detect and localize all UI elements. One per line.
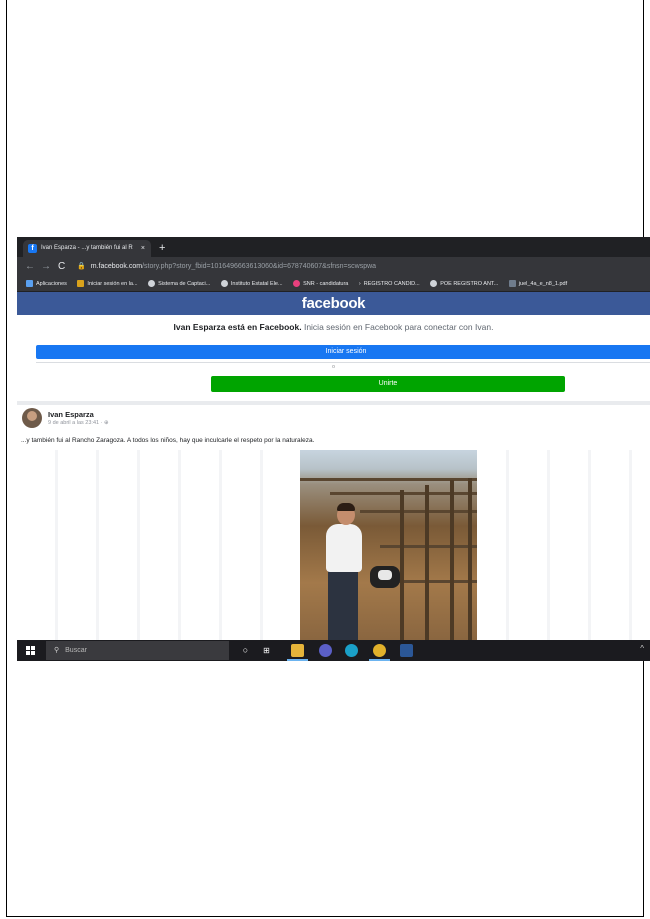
- apps-grid-icon: [26, 280, 33, 288]
- active-app-indicator: [369, 659, 390, 661]
- bookmark-label: POE REGISTRO ANT...: [440, 281, 499, 287]
- pink-dot-icon: [293, 280, 301, 288]
- task-view-icon[interactable]: ⊞: [260, 644, 273, 657]
- facebook-logo[interactable]: facebook: [17, 292, 650, 315]
- join-button[interactable]: Unirte: [211, 376, 565, 392]
- login-button[interactable]: Iniciar sesión: [36, 345, 650, 359]
- teams-icon[interactable]: [319, 644, 332, 657]
- bookmark-label: Sistema de Captaci...: [158, 281, 211, 287]
- active-app-indicator: [287, 659, 308, 661]
- taskbar-search[interactable]: ⚲ Buscar: [46, 641, 229, 660]
- post-timestamp[interactable]: 9 de abril a las 23:41 · ⊕: [48, 420, 109, 426]
- bookmark-label: SNR - candidatura: [303, 281, 349, 287]
- address-bar[interactable]: 🔒 m.facebook.com/story.php?story_fbid=101…: [77, 260, 642, 274]
- tab-title: Ivan Esparza - ...y también fui al R: [41, 245, 133, 251]
- close-tab-icon[interactable]: ×: [141, 240, 145, 257]
- file-explorer-icon[interactable]: [291, 644, 304, 657]
- post-caption: ...y también fui al Rancho Zaragoza. A t…: [21, 437, 315, 444]
- bookmark-item[interactable]: Iniciar sesión en la...: [77, 277, 138, 291]
- post-author[interactable]: Ivan Esparza: [48, 410, 94, 419]
- search-icon: ⚲: [54, 647, 60, 654]
- post-photo[interactable]: [300, 450, 477, 640]
- square-logo-icon: [77, 280, 85, 288]
- bookmark-item[interactable]: juel_4a_e_n8_1.pdf: [508, 277, 568, 291]
- globe-icon: [220, 280, 228, 288]
- windows-taskbar: ⚲ Buscar ○ ⊞ ^: [17, 640, 650, 661]
- facebook-favicon-icon: f: [28, 244, 37, 253]
- cortana-icon[interactable]: ○: [239, 644, 252, 657]
- divider: [36, 362, 650, 363]
- bookmark-item[interactable]: POE REGISTRO ANT...: [430, 277, 498, 291]
- back-arrow-icon[interactable]: ←: [25, 257, 35, 277]
- bookmark-item[interactable]: Instituto Estatal Ele...: [220, 277, 283, 291]
- login-promo-text: Ivan Esparza está en Facebook. Inicia se…: [17, 322, 650, 332]
- promo-rest: Inicia sesión en Facebook para conectar …: [303, 322, 494, 332]
- bookmark-label: REGISTRO CANDID...: [363, 281, 420, 287]
- avatar[interactable]: [22, 408, 42, 428]
- globe-icon: [430, 280, 438, 288]
- bookmarks-bar: Aplicaciones Iniciar sesión en la... Sis…: [17, 277, 650, 292]
- bookmark-label: juel_4a_e_n8_1.pdf: [518, 281, 568, 287]
- word-icon[interactable]: [400, 644, 413, 657]
- bookmark-apps[interactable]: Aplicaciones: [26, 277, 67, 291]
- bookmark-label: Aplicaciones: [36, 281, 67, 287]
- new-tab-button[interactable]: +: [159, 239, 165, 257]
- arrow-icon: ›: [358, 281, 361, 287]
- section-separator: [17, 401, 650, 405]
- reload-icon[interactable]: C: [58, 257, 65, 277]
- search-placeholder: Buscar: [65, 647, 87, 654]
- url-path: /story.php?story_fbid=1016496663613060&i…: [142, 263, 377, 270]
- lock-icon: 🔒: [77, 263, 86, 270]
- or-text: o: [332, 364, 335, 370]
- windows-start-icon[interactable]: [26, 646, 35, 655]
- bookmark-label: Instituto Estatal Ele...: [230, 281, 283, 287]
- bookmark-item[interactable]: › REGISTRO CANDID...: [359, 277, 420, 291]
- url-host: m.facebook.com: [90, 263, 143, 270]
- bookmark-label: Iniciar sesión en la...: [87, 281, 138, 287]
- browser-tab[interactable]: f Ivan Esparza - ...y también fui al R ×: [23, 240, 151, 257]
- browser-toolbar: ← → C 🔒 m.facebook.com/story.php?story_fb…: [17, 257, 650, 277]
- edge-icon[interactable]: [345, 644, 358, 657]
- document-icon: [508, 280, 516, 288]
- bookmark-item[interactable]: SNR - candidatura: [293, 277, 348, 291]
- globe-icon: [148, 280, 156, 288]
- chevron-up-icon[interactable]: ^: [640, 644, 644, 653]
- chrome-icon[interactable]: [373, 644, 386, 657]
- promo-name: Ivan Esparza está en Facebook.: [173, 322, 302, 332]
- browser-screenshot: f Ivan Esparza - ...y también fui al R ×…: [17, 237, 650, 661]
- bookmark-item[interactable]: Sistema de Captaci...: [148, 277, 210, 291]
- tab-bar: f Ivan Esparza - ...y también fui al R ×…: [17, 237, 650, 257]
- forward-arrow-icon[interactable]: →: [41, 257, 51, 277]
